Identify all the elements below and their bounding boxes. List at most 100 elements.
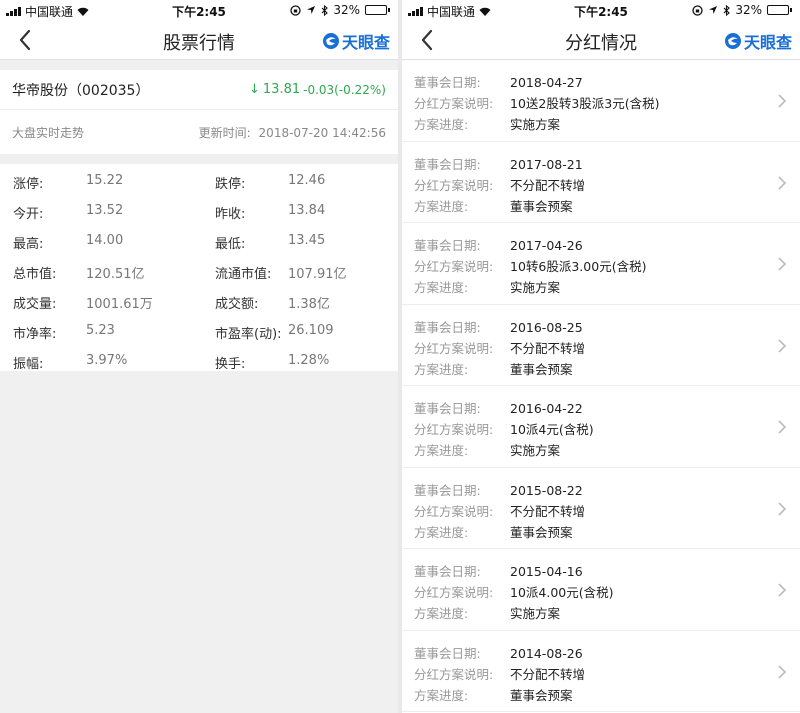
dividend-item[interactable]: 董事会日期: 2018-04-27 分红方案说明: 10送2股转3股派3元(含税) …	[402, 60, 800, 142]
orientation-lock-icon	[692, 4, 703, 16]
stat-cell: 涨停: 15.22	[0, 173, 200, 192]
stat-cell: 最高: 14.00	[0, 233, 200, 252]
board-date-row: 董事会日期: 2016-04-22	[414, 398, 800, 419]
plan-value: 10派4.00元(含税)	[510, 585, 614, 600]
stat-label: 振幅:	[13, 356, 44, 372]
progress-label: 方案进度:	[414, 606, 469, 621]
stat-label: 换手:	[215, 356, 246, 372]
progress-row: 方案进度: 董事会预案	[414, 685, 800, 706]
status-bar: 中国联通 下午2:45 32%	[0, 0, 398, 20]
progress-value: 董事会预案	[510, 198, 573, 214]
spacer	[0, 60, 398, 70]
dividend-item[interactable]: 董事会日期: 2015-04-16 分红方案说明: 10派4.00元(含税) 方案进…	[402, 549, 800, 631]
chevron-right-icon	[778, 664, 787, 679]
dividend-screen: 中国联通 下午2:45 32% 分红情况 天眼查 董事会日期: 2018-04-2…	[402, 0, 800, 713]
stat-label: 最高:	[13, 236, 44, 252]
stock-change: -0.03(-0.22%)	[303, 82, 386, 97]
stat-cell: 成交量: 1001.61万	[0, 293, 200, 312]
stock-stats: 涨停: 15.22 跌停: 12.46 今开: 13.52 昨收: 13.84 最高: 1…	[0, 164, 398, 372]
market-trend-row[interactable]: 大盘实时走势 更新时间: 2018-07-20 14:42:56	[0, 110, 398, 154]
progress-label: 方案进度:	[414, 361, 469, 377]
stat-label: 总市值:	[13, 266, 57, 282]
stat-value: 12.46	[288, 172, 326, 188]
board-date-row: 董事会日期: 2017-04-26	[414, 235, 800, 256]
board-date-label: 董事会日期:	[414, 156, 481, 172]
stock-price: 13.81	[262, 82, 301, 97]
dividend-item[interactable]: 董事会日期: 2016-04-22 分红方案说明: 10派4元(含税) 方案进度: 实…	[402, 386, 800, 468]
down-arrow-icon: ↓	[249, 82, 260, 97]
stat-value: 13.52	[86, 202, 124, 218]
plan-row: 分红方案说明: 不分配不转增	[414, 664, 800, 685]
update-time-label: 更新时间:	[198, 125, 251, 140]
board-date-label: 董事会日期:	[414, 319, 481, 335]
progress-row: 方案进度: 实施方案	[414, 114, 800, 135]
status-right-icons: 32%	[290, 3, 390, 17]
board-date-row: 董事会日期: 2014-08-26	[414, 643, 800, 664]
dividend-item[interactable]: 董事会日期: 2016-08-25 分红方案说明: 不分配不转增 方案进度: 董事会预…	[402, 305, 800, 386]
dividend-item[interactable]: 董事会日期: 2014-08-26 分红方案说明: 不分配不转增 方案进度: 董事会预…	[402, 631, 800, 712]
chevron-right-icon	[778, 338, 787, 353]
progress-label: 方案进度:	[414, 198, 469, 214]
dividend-item[interactable]: 董事会日期: 2017-04-26 分红方案说明: 10转6股派3.00元(含税) …	[402, 223, 800, 305]
chevron-right-icon	[778, 94, 787, 108]
board-date-value: 2017-04-26	[510, 238, 583, 253]
brand-name: 天眼查	[341, 33, 390, 52]
board-date-value: 2016-08-25	[510, 319, 583, 335]
stat-label: 市净率:	[13, 326, 57, 342]
stat-value: 1001.61万	[86, 296, 153, 312]
market-trend-label: 大盘实时走势	[12, 125, 85, 140]
progress-value: 董事会预案	[510, 361, 573, 377]
plan-value: 不分配不转增	[510, 177, 586, 193]
progress-row: 方案进度: 实施方案	[414, 603, 800, 624]
stat-row: 振幅: 3.97% 换手: 1.28%	[0, 347, 398, 377]
brand-name: 天眼查	[743, 33, 792, 52]
stat-cell: 振幅: 3.97%	[0, 353, 200, 372]
board-date-row: 董事会日期: 2017-08-21	[414, 154, 800, 175]
stat-value: 14.00	[86, 232, 124, 248]
nav-bar: 分红情况 天眼查	[402, 20, 800, 60]
stock-header: 华帝股份（002035） ↓ 13.81 -0.03(-0.22%)	[0, 70, 398, 110]
stat-label: 流通市值:	[215, 266, 272, 282]
tianyancha-logo-icon	[322, 33, 339, 49]
stat-row: 总市值: 120.51亿 流通市值: 107.91亿	[0, 257, 398, 287]
stat-cell: 昨收: 13.84	[200, 203, 398, 222]
plan-label: 分红方案说明:	[414, 259, 494, 274]
stat-value: 26.109	[288, 322, 334, 338]
stat-label: 今开:	[13, 206, 44, 222]
location-icon	[709, 6, 718, 14]
stock-quote-screen: 中国联通 下午2:45 32% 股票行情 天眼查 华帝股份（002035） ↓ …	[0, 0, 398, 713]
dividend-item[interactable]: 董事会日期: 2017-08-21 分红方案说明: 不分配不转增 方案进度: 董事会预…	[402, 142, 800, 223]
progress-label: 方案进度:	[414, 117, 469, 132]
stat-cell: 流通市值: 107.91亿	[200, 263, 398, 282]
progress-row: 方案进度: 董事会预案	[414, 522, 800, 543]
board-date-row: 董事会日期: 2015-08-22	[414, 480, 800, 501]
bluetooth-icon	[321, 4, 329, 16]
plan-value: 不分配不转增	[510, 340, 586, 356]
stat-value: 3.97%	[86, 352, 128, 368]
board-date-row: 董事会日期: 2015-04-16	[414, 561, 800, 582]
progress-row: 方案进度: 实施方案	[414, 440, 800, 461]
dividend-list: 董事会日期: 2018-04-27 分红方案说明: 10送2股转3股派3元(含税) …	[402, 60, 800, 712]
board-date-value: 2017-08-21	[510, 156, 583, 172]
tianyancha-logo-icon	[724, 33, 741, 49]
plan-label: 分红方案说明:	[414, 666, 494, 682]
location-icon	[307, 6, 316, 14]
stat-cell: 总市值: 120.51亿	[0, 263, 200, 282]
dividend-item[interactable]: 董事会日期: 2015-08-22 分红方案说明: 不分配不转增 方案进度: 董事会预…	[402, 468, 800, 549]
board-date-value: 2018-04-27	[510, 75, 583, 90]
stat-label: 最低:	[215, 236, 246, 252]
stat-cell: 市盈率(动): 26.109	[200, 323, 398, 342]
stock-quote: ↓ 13.81 -0.03(-0.22%)	[249, 82, 386, 97]
update-time-value: 2018-07-20 14:42:56	[258, 125, 386, 140]
bluetooth-icon	[723, 4, 731, 16]
board-date-label: 董事会日期:	[414, 238, 481, 253]
progress-label: 方案进度:	[414, 443, 469, 458]
board-date-value: 2015-04-16	[510, 564, 583, 579]
brand-logo: 天眼查	[322, 29, 390, 53]
plan-row: 分红方案说明: 10派4.00元(含税)	[414, 582, 800, 603]
plan-row: 分红方案说明: 10派4元(含税)	[414, 419, 800, 440]
stat-row: 最高: 14.00 最低: 13.45	[0, 227, 398, 257]
progress-row: 方案进度: 实施方案	[414, 277, 800, 298]
board-date-value: 2015-08-22	[510, 482, 583, 498]
plan-label: 分红方案说明:	[414, 585, 494, 600]
